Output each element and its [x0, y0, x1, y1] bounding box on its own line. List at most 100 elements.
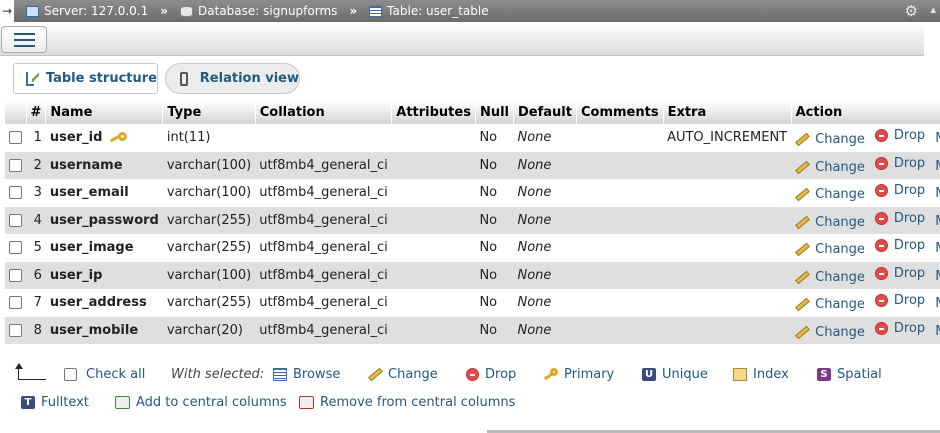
table-row[interactable]: 4 user_password varchar(255) utf8mb4_genera… [5, 206, 940, 234]
bulk-change-button[interactable]: Change [368, 367, 438, 382]
row-checkbox[interactable] [9, 213, 22, 227]
remove-central-columns-button[interactable]: Remove from central columns [299, 395, 515, 410]
drop-button[interactable]: Drop [874, 183, 925, 198]
row-checkbox-cell [5, 316, 26, 344]
drop-icon [874, 211, 888, 225]
check-all[interactable]: Check all [64, 367, 145, 382]
more-button[interactable]: More [935, 186, 940, 201]
drop-button[interactable]: Drop [874, 293, 926, 309]
change-button[interactable]: Change [795, 297, 865, 312]
column-collation: utf8mb4_general_ci [255, 206, 392, 234]
header-comments[interactable]: Comments [576, 101, 664, 124]
unique-icon: U [642, 368, 656, 381]
header-name[interactable]: Name [45, 101, 164, 124]
header-extra[interactable]: Extra [663, 101, 792, 124]
tab-table-structure[interactable]: Table structure [13, 63, 158, 94]
column-type: varchar(100) [162, 261, 256, 289]
column-name-label: user_password [49, 212, 159, 228]
bulk-spatial-label: Spatial [837, 367, 882, 382]
more-button[interactable]: More [935, 269, 940, 284]
header-attributes[interactable]: Attributes [391, 101, 476, 124]
bulk-browse-button[interactable]: Browse [273, 367, 340, 382]
drop-label: Drop [893, 155, 926, 171]
header-default[interactable]: Default [513, 101, 577, 124]
change-button[interactable]: Change [795, 160, 865, 175]
column-number: 4 [26, 206, 46, 234]
row-checkbox[interactable] [9, 323, 22, 337]
column-name-label: user_mobile [49, 322, 139, 338]
table-row[interactable]: 8 user_mobile varchar(20) utf8mb4_general_c… [5, 316, 940, 344]
hamburger-menu-icon[interactable] [1, 26, 47, 53]
breadcrumb-server-label: Server: 127.0.0.1 [44, 4, 149, 18]
bulk-primary-button[interactable]: Primary [544, 367, 614, 382]
drop-button[interactable]: Drop [874, 320, 926, 336]
add-central-columns-button[interactable]: Add to central columns [115, 395, 287, 410]
column-actions: Change Drop More [791, 234, 940, 262]
drop-button[interactable]: Drop [874, 265, 926, 281]
bulk-fulltext-button[interactable]: T Fulltext [21, 395, 89, 410]
header-type[interactable]: Type [162, 101, 256, 124]
drop-button[interactable]: Drop [874, 238, 925, 253]
more-button[interactable]: More [935, 296, 940, 311]
column-actions: Change Drop More [791, 151, 940, 179]
column-type: varchar(100) [162, 151, 256, 179]
back-arrow-icon[interactable]: → [0, 0, 14, 22]
more-button[interactable]: More [935, 131, 940, 146]
change-button[interactable]: Change [795, 132, 865, 147]
change-button[interactable]: Change [795, 187, 865, 202]
more-button[interactable]: More [935, 241, 940, 256]
column-null: No [475, 206, 514, 234]
change-label: Change [815, 324, 865, 340]
check-all-checkbox[interactable] [64, 368, 77, 381]
header-null[interactable]: Null [475, 101, 515, 124]
table-row[interactable]: 6 user_ip varchar(100) utf8mb4_general_ci No… [5, 261, 940, 289]
row-checkbox[interactable] [9, 131, 22, 145]
table-row[interactable]: 2 username varchar(100) utf8mb4_general_ci N… [5, 151, 940, 179]
drop-label: Drop [893, 320, 926, 336]
more-button[interactable]: More [935, 214, 940, 229]
change-button[interactable]: Change [795, 215, 865, 230]
row-checkbox[interactable] [9, 268, 22, 282]
column-attributes [391, 289, 476, 317]
bulk-unique-button[interactable]: U Unique [642, 367, 708, 382]
change-button[interactable]: Change [795, 325, 865, 340]
bulk-drop-button[interactable]: Drop [466, 367, 516, 382]
drop-button[interactable]: Drop [874, 211, 925, 226]
tab-relation-view-label: Relation view [199, 71, 299, 86]
column-attributes [391, 316, 476, 344]
gear-icon[interactable]: ⚙ [905, 2, 918, 20]
table-row[interactable]: 1 user_id int(11) No None AUTO_INCREMENT Chang… [5, 124, 940, 152]
breadcrumb-table[interactable]: Table: user_table [369, 4, 489, 18]
column-comments [576, 289, 664, 317]
tab-relation-view[interactable]: Relation view [165, 63, 300, 94]
bulk-spatial-button[interactable]: S Spatial [817, 367, 882, 382]
change-button[interactable]: Change [795, 242, 865, 257]
drop-button[interactable]: Drop [874, 128, 925, 143]
breadcrumb-server[interactable]: Server: 127.0.0.1 [26, 4, 148, 18]
row-checkbox[interactable] [9, 158, 22, 172]
more-button[interactable]: More [935, 324, 940, 339]
table-row[interactable]: 5 user_image varchar(255) utf8mb4_general_c… [5, 234, 940, 262]
drop-label: Drop [893, 293, 926, 309]
change-button[interactable]: Change [795, 270, 865, 285]
table-row[interactable]: 7 user_address varchar(255) utf8mb4_general… [5, 289, 940, 317]
table-row[interactable]: 3 user_email varchar(100) utf8mb4_general_c… [5, 179, 940, 207]
row-checkbox[interactable] [9, 186, 22, 200]
column-comments [576, 124, 664, 152]
drop-label: Drop [893, 265, 926, 281]
bulk-index-button[interactable]: Index [733, 367, 789, 382]
column-actions: Change Drop More [791, 316, 940, 344]
row-checkbox[interactable] [9, 296, 22, 310]
row-checkbox[interactable] [9, 241, 22, 255]
structure-table: # Name Type Collation Attributes Null De… [5, 101, 940, 344]
more-button[interactable]: More [935, 159, 940, 174]
drop-button[interactable]: Drop [874, 155, 926, 171]
collapse-icon[interactable]: ▴ [930, 3, 936, 16]
column-default: None [513, 179, 577, 207]
check-all-label[interactable]: Check all [86, 367, 145, 382]
column-extra [663, 316, 792, 344]
column-name-label: user_id [49, 130, 103, 146]
column-default: None [513, 206, 577, 234]
breadcrumb-database[interactable]: Database: signupforms [180, 4, 337, 18]
header-collation[interactable]: Collation [255, 101, 393, 124]
